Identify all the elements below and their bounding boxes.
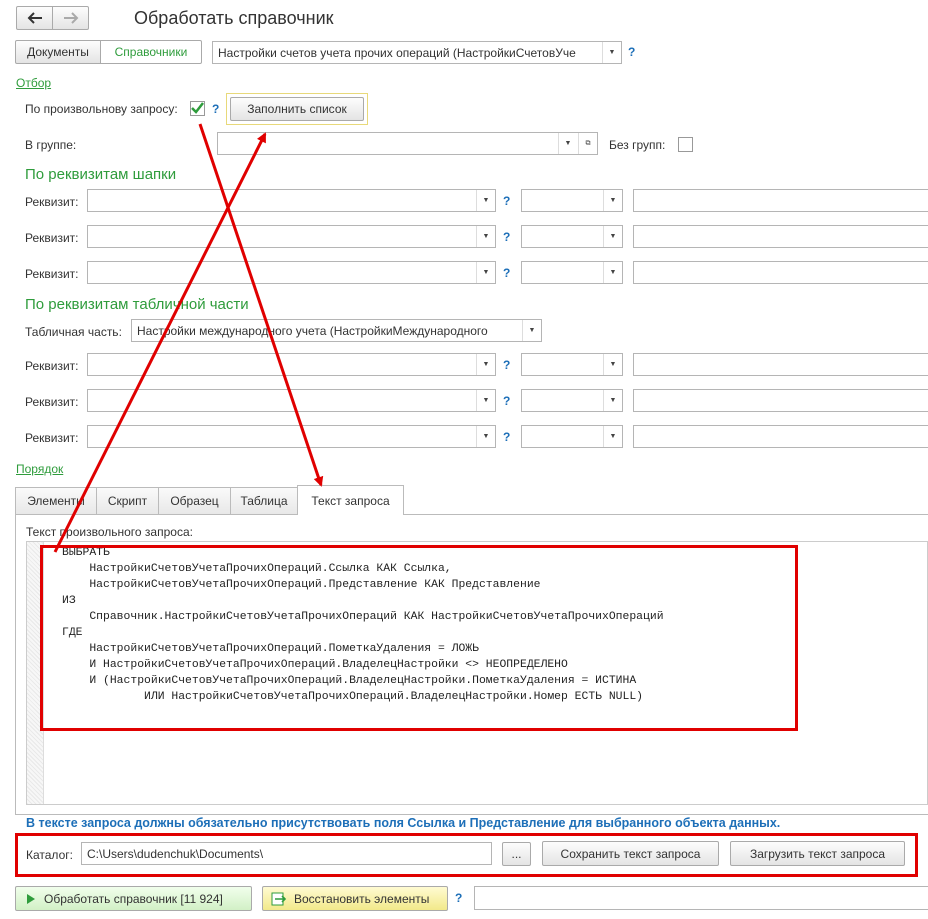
dropdown-arrow-icon[interactable]: ▼ [476, 390, 495, 411]
query-text-label: Текст произвольного запроса: [26, 525, 193, 539]
tabular-select[interactable]: Настройки международного учета (Настройк… [131, 319, 542, 342]
comparison-select[interactable]: ▼ [521, 389, 623, 412]
dropdown-arrow-icon[interactable]: ▼ [476, 190, 495, 211]
dropdown-arrow-icon[interactable]: ▼ [603, 426, 622, 447]
dropdown-arrow-icon[interactable]: ▼ [476, 354, 495, 375]
fill-list-button[interactable]: Заполнить список [230, 97, 364, 121]
status-field[interactable] [474, 886, 928, 910]
header-attrs-title: По реквизитам шапки [25, 166, 177, 183]
dropdown-arrow-icon[interactable]: ▼ [603, 354, 622, 375]
table-attr-field[interactable]: ▼ [87, 389, 496, 412]
comparison-select[interactable]: ▼ [521, 225, 623, 248]
dropdown-arrow-icon[interactable]: ▼ [603, 226, 622, 247]
restore-icon [271, 892, 287, 905]
process-label: Обработать справочник [11 924] [44, 891, 223, 906]
tabular-select-value: Настройки международного учета (Настройк… [137, 324, 488, 338]
attr-label: Реквизит: [25, 267, 79, 281]
no-groups-checkbox[interactable] [678, 137, 693, 152]
comparison-select[interactable]: ▼ [521, 425, 623, 448]
value-field[interactable] [633, 225, 928, 248]
header-attr-field[interactable]: ▼ [87, 189, 496, 212]
comparison-select[interactable]: ▼ [521, 353, 623, 376]
forward-button[interactable] [52, 6, 89, 30]
restore-elements-button[interactable]: Восстановить элементы [262, 886, 448, 911]
tab-query-text[interactable]: Текст запроса [297, 485, 404, 515]
dropdown-arrow-icon[interactable]: ▼ [558, 133, 577, 154]
help-icon[interactable]: ? [503, 358, 510, 372]
tabular-label: Табличная часть: [25, 325, 122, 339]
query-highlight-box [40, 545, 798, 731]
help-icon[interactable]: ? [503, 266, 510, 280]
attr-label: Реквизит: [25, 231, 79, 245]
value-field[interactable] [633, 353, 928, 376]
table-attr-field[interactable]: ▼ [87, 353, 496, 376]
arbitrary-query-label: По произвольнову запросу: [25, 102, 178, 116]
query-warning: В тексте запроса должны обязательно прис… [26, 816, 781, 830]
in-group-label: В группе: [25, 138, 77, 152]
order-link[interactable]: Порядок [16, 462, 63, 476]
open-form-icon[interactable]: ⧉ [578, 133, 597, 154]
browse-button[interactable]: ... [502, 842, 531, 866]
attr-label: Реквизит: [25, 431, 79, 445]
dropdown-arrow-icon[interactable]: ▼ [602, 42, 621, 63]
help-icon[interactable]: ? [503, 194, 510, 208]
help-icon[interactable]: ? [628, 45, 635, 59]
in-group-field[interactable]: ▼ ⧉ [217, 132, 598, 155]
save-query-button[interactable]: Сохранить текст запроса [542, 841, 719, 866]
catalog-path-value: C:\Users\dudenchuk\Documents\ [87, 847, 264, 861]
help-icon[interactable]: ? [503, 394, 510, 408]
help-icon[interactable]: ? [212, 102, 219, 116]
catalog-path-field[interactable]: C:\Users\dudenchuk\Documents\ [81, 842, 492, 865]
header-attr-field[interactable]: ▼ [87, 261, 496, 284]
table-attr-field[interactable]: ▼ [87, 425, 496, 448]
arrow-right-icon [63, 12, 78, 24]
filter-link[interactable]: Отбор [16, 76, 51, 90]
tab-script[interactable]: Скрипт [96, 487, 159, 514]
attr-label: Реквизит: [25, 359, 79, 373]
help-icon[interactable]: ? [503, 430, 510, 444]
help-icon[interactable]: ? [455, 891, 462, 905]
dropdown-arrow-icon[interactable]: ▼ [476, 426, 495, 447]
dropdown-arrow-icon[interactable]: ▼ [522, 320, 541, 341]
value-field[interactable] [633, 389, 928, 412]
tab-documents[interactable]: Документы [15, 40, 101, 64]
play-icon [27, 893, 35, 904]
dropdown-arrow-icon[interactable]: ▼ [603, 262, 622, 283]
checkmark-icon [191, 102, 204, 114]
value-field[interactable] [633, 189, 928, 212]
restore-label: Восстановить элементы [294, 891, 430, 906]
arbitrary-query-checkbox[interactable] [190, 101, 205, 116]
value-field[interactable] [633, 425, 928, 448]
back-button[interactable] [16, 6, 53, 30]
catalog-select-value: Настройки счетов учета прочих операций (… [218, 46, 576, 60]
page-title: Обработать справочник [134, 8, 334, 28]
tab-elements[interactable]: Элементы [15, 487, 97, 514]
value-field[interactable] [633, 261, 928, 284]
dropdown-arrow-icon[interactable]: ▼ [476, 226, 495, 247]
arrow-left-icon [27, 12, 42, 24]
load-query-button[interactable]: Загрузить текст запроса [730, 841, 905, 866]
no-groups-label: Без групп: [609, 138, 666, 152]
dropdown-arrow-icon[interactable]: ▼ [603, 390, 622, 411]
comparison-select[interactable]: ▼ [521, 189, 623, 212]
help-icon[interactable]: ? [503, 230, 510, 244]
tab-table[interactable]: Таблица [230, 487, 298, 514]
comparison-select[interactable]: ▼ [521, 261, 623, 284]
dropdown-arrow-icon[interactable]: ▼ [476, 262, 495, 283]
tab-sample[interactable]: Образец [158, 487, 231, 514]
catalog-path-label: Каталог: [26, 848, 73, 862]
header-attr-field[interactable]: ▼ [87, 225, 496, 248]
attr-label: Реквизит: [25, 195, 79, 209]
process-catalog-button[interactable]: Обработать справочник [11 924] [15, 886, 252, 911]
table-attrs-title: По реквизитам табличной части [25, 296, 249, 313]
attr-label: Реквизит: [25, 395, 79, 409]
tab-catalogs[interactable]: Справочники [100, 40, 202, 64]
catalog-select[interactable]: Настройки счетов учета прочих операций (… [212, 41, 622, 64]
dropdown-arrow-icon[interactable]: ▼ [603, 190, 622, 211]
